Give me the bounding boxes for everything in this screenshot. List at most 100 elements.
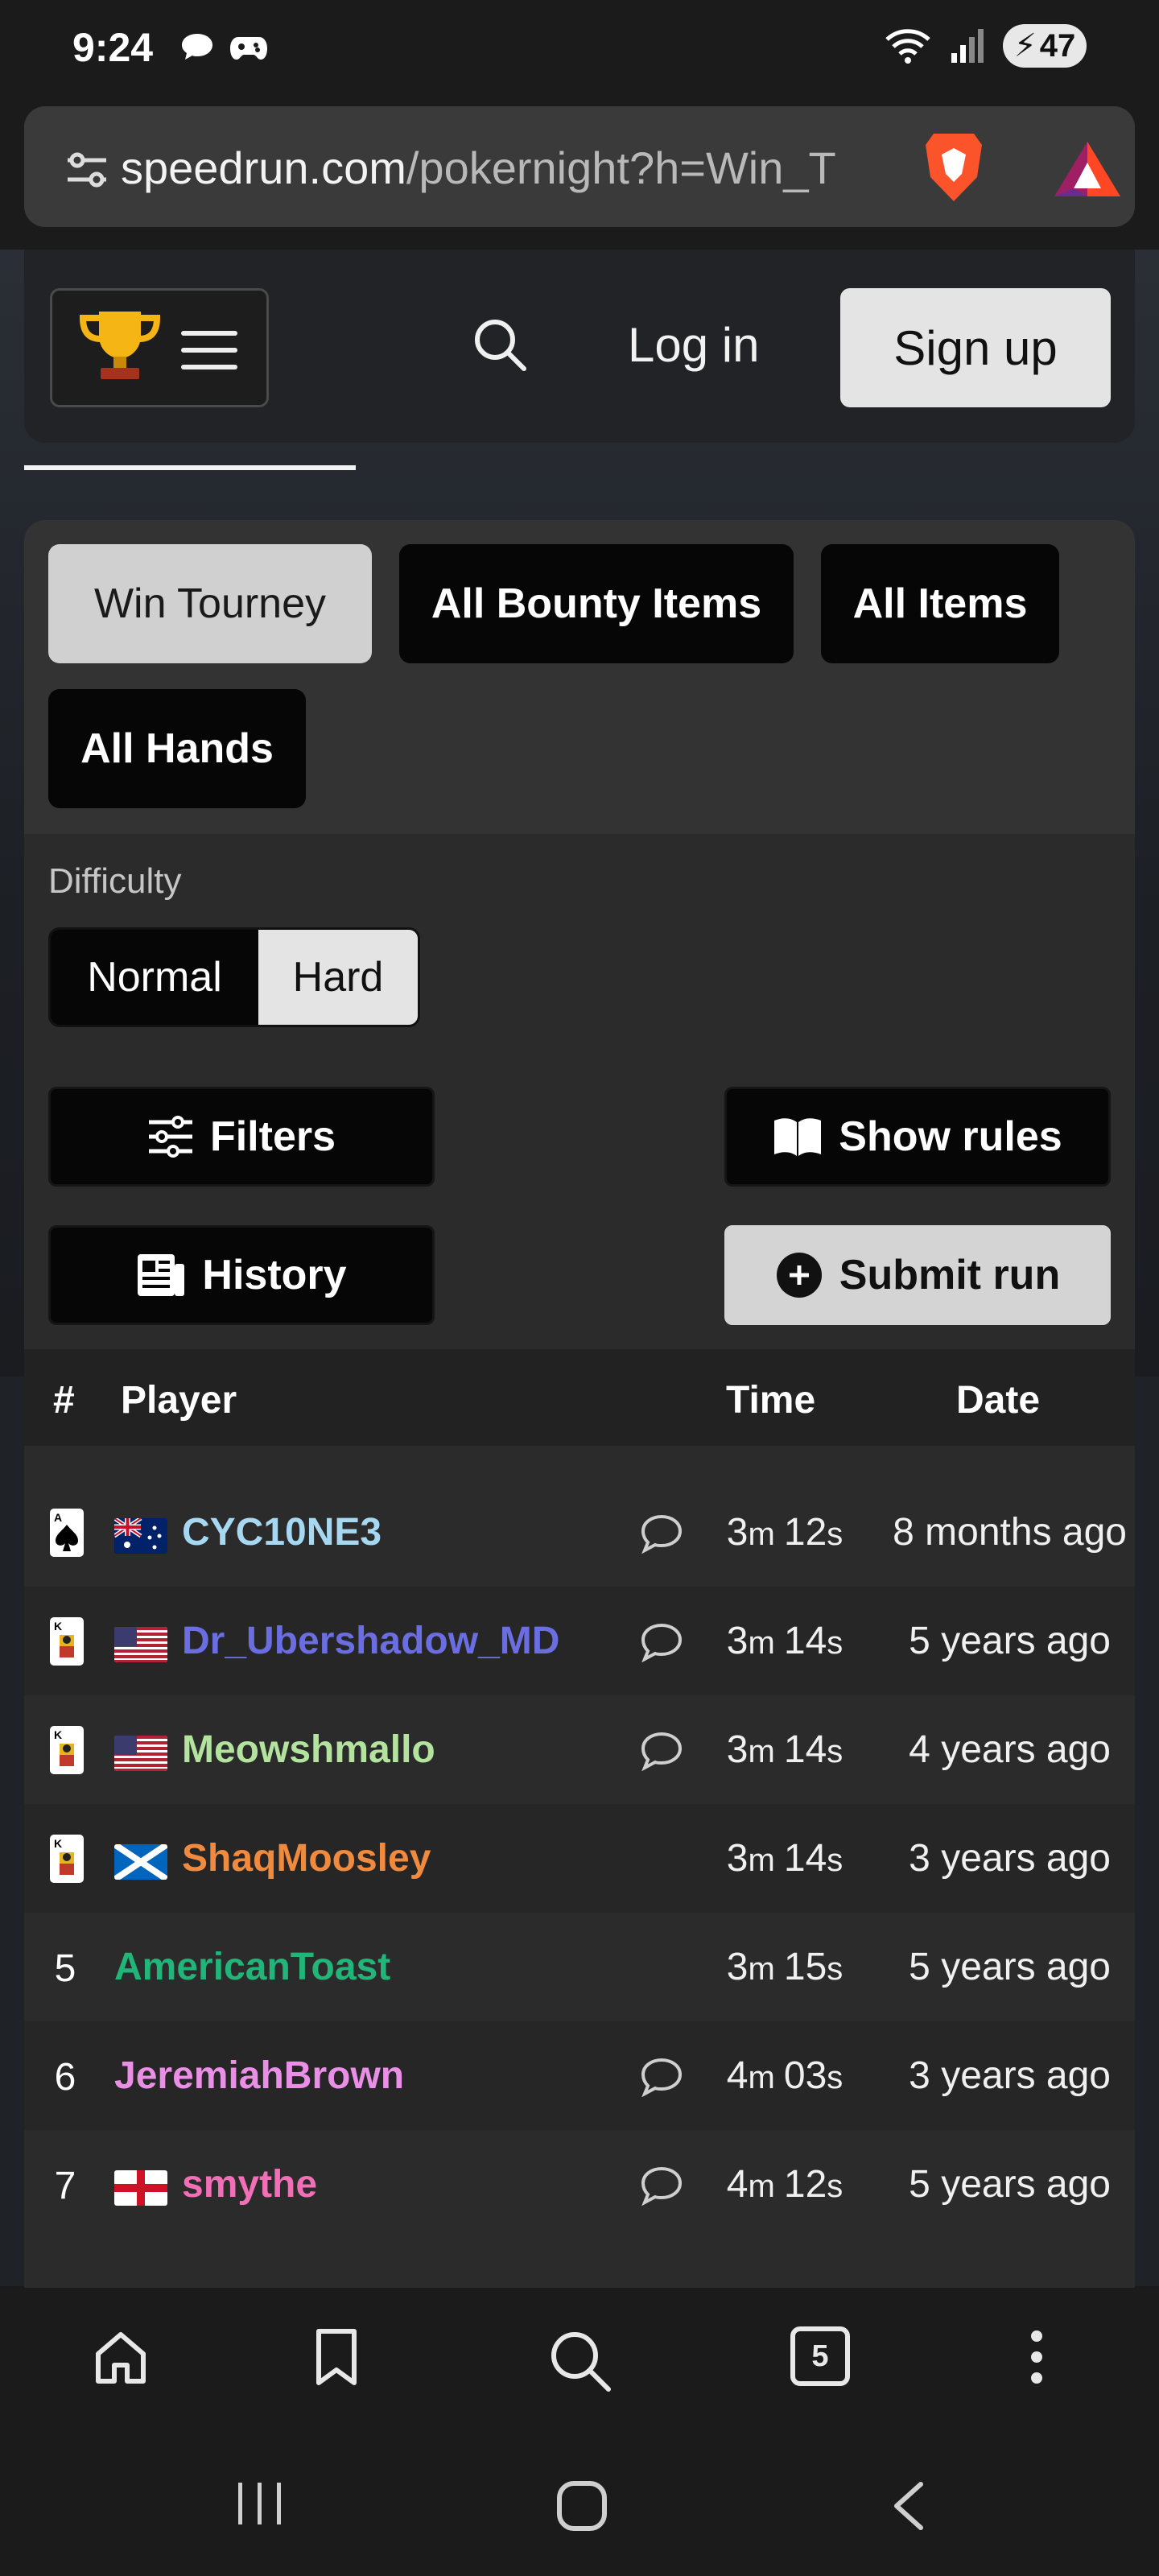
leaderboard-row[interactable]: A CYC10NE3 3m 12s 8 months ago — [24, 1478, 1135, 1587]
recent-apps-icon[interactable] — [233, 2479, 287, 2528]
brave-shields-icon[interactable] — [918, 130, 990, 204]
site-settings-icon[interactable] — [64, 151, 109, 189]
svg-text:A: A — [54, 1511, 62, 1524]
hamburger-menu-icon — [181, 331, 237, 369]
url-text[interactable]: speedrun.com/pokernight?h=Win_T — [121, 142, 885, 194]
site-header: Log in Sign up — [24, 250, 1135, 443]
category-all-bounty-items[interactable]: All Bounty Items — [399, 544, 794, 663]
comment-icon[interactable] — [640, 1513, 683, 1554]
browser-bottom-bar: 5 — [0, 2288, 1159, 2431]
run-date: 5 years ago — [909, 1946, 1111, 1988]
search-icon[interactable] — [471, 316, 529, 374]
comment-icon[interactable] — [640, 1622, 683, 1662]
leaderboard-row[interactable]: 6 JeremiahBrown 4m 03s 3 years ago — [24, 2021, 1135, 2130]
player-name[interactable]: JeremiahBrown — [114, 2054, 404, 2098]
submit-run-button[interactable]: Submit run — [724, 1225, 1111, 1325]
search-icon[interactable] — [547, 2328, 612, 2392]
book-icon — [774, 1118, 822, 1156]
svg-text:K: K — [54, 1620, 62, 1633]
status-time: 9:24 — [72, 25, 154, 70]
leaderboard-row[interactable]: K ShaqMoosley 3m 14s 3 years ago — [24, 1804, 1135, 1913]
column-player[interactable]: Player — [121, 1378, 237, 1422]
run-time: 3m 14s — [726, 1728, 843, 1771]
browser-toolbar: speedrun.com/pokernight?h=Win_T — [0, 95, 1159, 250]
run-date: 3 years ago — [909, 1837, 1111, 1880]
run-time: 3m 12s — [726, 1511, 843, 1554]
filters-button[interactable]: Filters — [48, 1087, 435, 1187]
player-name[interactable]: Dr_Ubershadow_MD — [182, 1619, 559, 1663]
comment-icon[interactable] — [640, 2057, 683, 2097]
battery-indicator: ⚡ 47 — [1003, 24, 1087, 68]
player-name[interactable]: AmericanToast — [114, 1945, 390, 1989]
active-tab-indicator — [24, 465, 356, 470]
wifi-icon — [885, 29, 930, 64]
australia-flag-icon — [114, 1518, 167, 1554]
leaderboard-header: # Player Time Date — [24, 1349, 1135, 1446]
show-rules-button[interactable]: Show rules — [724, 1087, 1111, 1187]
player-name[interactable]: CYC10NE3 — [182, 1510, 382, 1554]
run-time: 4m 12s — [726, 2163, 843, 2206]
category-all-items[interactable]: All Items — [821, 544, 1059, 663]
player-name[interactable]: Meowshmallo — [182, 1728, 435, 1772]
show-rules-label: Show rules — [839, 1113, 1062, 1160]
column-date[interactable]: Date — [956, 1378, 1040, 1422]
category-selector: Win Tourney All Bounty Items All Items A… — [24, 520, 1135, 834]
comment-icon[interactable] — [640, 1731, 683, 1771]
time-seconds: 14 — [783, 1728, 827, 1771]
leaderboard-row[interactable]: K Dr_Ubershadow_MD 3m 14s 5 years ago — [24, 1587, 1135, 1695]
rank-number: 5 — [54, 1947, 76, 1990]
trophy-icon — [79, 312, 161, 379]
history-button[interactable]: History — [48, 1225, 435, 1325]
home-button-icon[interactable] — [555, 2479, 608, 2533]
leaderboard-row[interactable]: K Meowshmallo 3m 14s 4 years ago — [24, 1695, 1135, 1804]
category-win-tourney[interactable]: Win Tourney — [48, 544, 372, 663]
time-minutes: 3 — [726, 1837, 749, 1880]
ace-card-icon: A — [50, 1509, 84, 1557]
category-all-hands[interactable]: All Hands — [48, 689, 306, 808]
tabs-count-button[interactable]: 5 — [790, 2326, 850, 2386]
usa-flag-icon — [114, 1736, 167, 1771]
time-minutes: 4 — [726, 2054, 749, 2097]
run-date: 5 years ago — [909, 1620, 1111, 1662]
run-time: 3m 14s — [726, 1837, 843, 1880]
time-seconds: 12 — [783, 2163, 827, 2206]
comment-icon[interactable] — [640, 2165, 683, 2206]
rank-number: 6 — [54, 2056, 76, 2099]
bookmark-icon[interactable] — [311, 2328, 362, 2386]
king-card-icon: K — [50, 1617, 84, 1666]
difficulty-normal-button[interactable]: Normal — [51, 930, 258, 1025]
time-minutes: 3 — [726, 1620, 749, 1662]
rank-number: 7 — [54, 2165, 76, 2207]
difficulty-label: Difficulty — [48, 861, 182, 901]
newspaper-icon — [138, 1254, 185, 1296]
chat-notification-icon — [182, 34, 212, 60]
time-seconds: 15 — [783, 1946, 827, 1988]
back-icon[interactable] — [889, 2479, 929, 2533]
time-minutes: 3 — [726, 1728, 749, 1771]
url-host: speedrun.com — [121, 142, 406, 193]
brave-rewards-icon[interactable] — [1051, 138, 1124, 200]
filters-label: Filters — [209, 1113, 336, 1160]
charging-bolt-icon: ⚡ — [1013, 28, 1037, 64]
king-card-icon: K — [50, 1726, 84, 1774]
home-icon[interactable] — [92, 2328, 150, 2386]
plus-circle-icon — [776, 1253, 822, 1298]
player-name[interactable]: ShaqMoosley — [182, 1836, 431, 1880]
column-time[interactable]: Time — [726, 1378, 815, 1422]
address-bar[interactable]: speedrun.com/pokernight?h=Win_T — [24, 106, 1135, 227]
history-label: History — [202, 1252, 347, 1298]
leaderboard-row[interactable]: 5 AmericanToast 3m 15s 5 years ago — [24, 1913, 1135, 2021]
login-link[interactable]: Log in — [628, 317, 759, 373]
status-bar: 9:24 ⚡ 47 — [0, 0, 1159, 95]
difficulty-hard-button[interactable]: Hard — [258, 930, 418, 1025]
more-options-icon[interactable] — [1021, 2328, 1053, 2386]
game-controller-icon — [230, 37, 267, 60]
run-time: 4m 03s — [726, 2054, 843, 2097]
svg-text:K: K — [54, 1837, 62, 1850]
battery-level: 47 — [1039, 27, 1076, 64]
leaderboard-row[interactable]: 7 smythe 4m 12s 5 years ago — [24, 2130, 1135, 2239]
menu-button[interactable] — [50, 288, 269, 407]
player-name[interactable]: smythe — [182, 2162, 317, 2207]
time-minutes: 4 — [726, 2163, 749, 2206]
signup-button[interactable]: Sign up — [840, 288, 1111, 407]
